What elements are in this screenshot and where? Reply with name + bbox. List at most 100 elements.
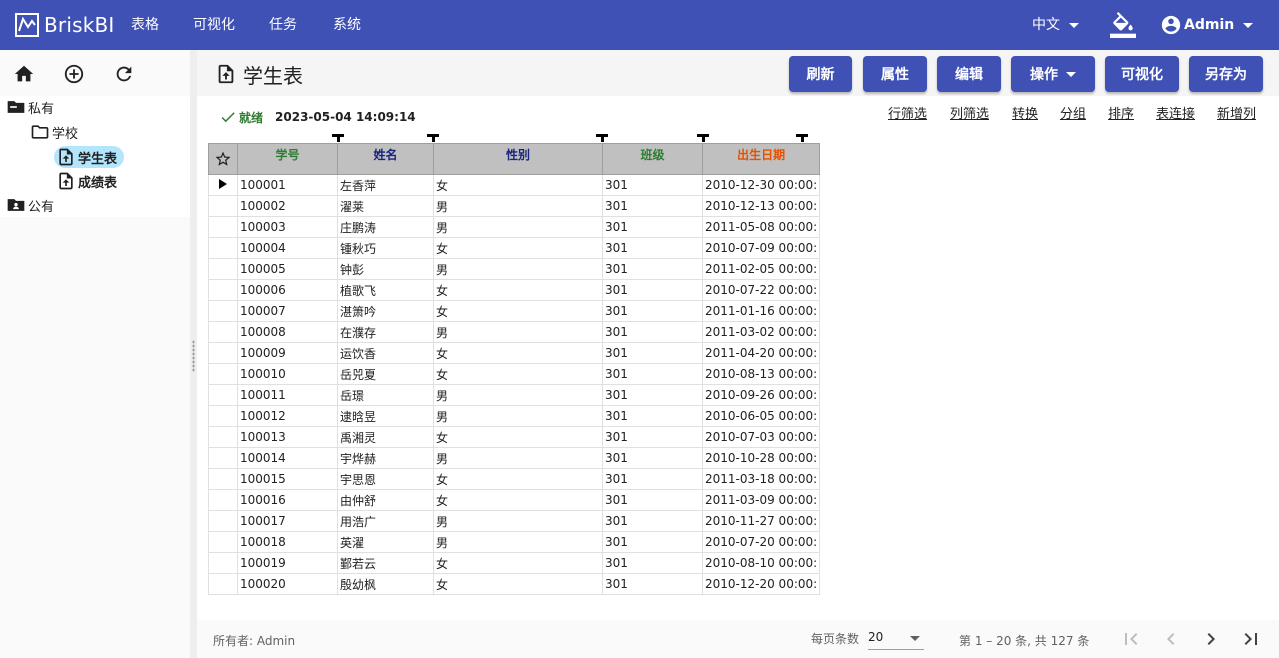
- tree-node-student-table[interactable]: 学生表: [56, 146, 117, 168]
- cell-class[interactable]: 301: [602, 279, 703, 301]
- column-filter-link[interactable]: 列筛选: [950, 103, 989, 122]
- cell-class[interactable]: 301: [602, 384, 703, 406]
- cell-birth-date[interactable]: 2011-01-16 00:00:: [701, 300, 821, 322]
- cell-class[interactable]: 301: [602, 216, 703, 238]
- table-row[interactable]: 100015 宇思恩女 301 2011-03-18 00:00:: [208, 468, 821, 490]
- cell-gender[interactable]: 男: [433, 531, 603, 553]
- cell-name[interactable]: 殷幼枫: [337, 573, 434, 595]
- cell-student-id[interactable]: 100006: [237, 279, 338, 301]
- row-indicator[interactable]: [208, 426, 238, 448]
- cell-birth-date[interactable]: 2010-06-05 00:00:: [701, 405, 821, 427]
- cell-gender[interactable]: 男: [433, 447, 603, 469]
- tree-node-public[interactable]: 公有: [6, 194, 54, 216]
- panel-splitter[interactable]: [190, 50, 197, 658]
- table-row[interactable]: 100013 禹湘灵女 301 2010-07-03 00:00:: [208, 426, 821, 448]
- format-color-fill-icon[interactable]: [1110, 12, 1136, 38]
- table-row[interactable]: 100004 锺秋巧女 301 2010-07-09 00:00:: [208, 237, 821, 259]
- cell-student-id[interactable]: 100004: [237, 237, 338, 259]
- table-row[interactable]: 100008 在濮存男 301 2011-03-02 00:00:: [208, 321, 821, 343]
- cell-student-id[interactable]: 100014: [237, 447, 338, 469]
- first-page-icon[interactable]: [1119, 627, 1143, 651]
- cell-birth-date[interactable]: 2010-10-28 00:00:: [701, 447, 821, 469]
- cell-student-id[interactable]: 100011: [237, 384, 338, 406]
- properties-button[interactable]: 属性: [863, 56, 927, 92]
- row-indicator[interactable]: [208, 384, 238, 406]
- cell-student-id[interactable]: 100008: [237, 321, 338, 343]
- cell-gender[interactable]: 男: [433, 384, 603, 406]
- edit-button[interactable]: 编辑: [937, 56, 1001, 92]
- cell-student-id[interactable]: 100017: [237, 510, 338, 532]
- cell-class[interactable]: 301: [602, 342, 703, 364]
- table-row[interactable]: 100019 鄞若云女 301 2010-08-10 00:00:: [208, 552, 821, 574]
- row-indicator[interactable]: [208, 468, 238, 490]
- cell-birth-date[interactable]: 2010-07-03 00:00:: [701, 426, 821, 448]
- add-circle-outline-icon[interactable]: [63, 63, 85, 85]
- cell-gender[interactable]: 女: [433, 552, 603, 574]
- nav-item-tasks[interactable]: 任务: [269, 0, 297, 50]
- cell-gender[interactable]: 女: [433, 300, 603, 322]
- cell-name[interactable]: 禹湘灵: [337, 426, 434, 448]
- column-header-class[interactable]: 班级: [602, 143, 703, 175]
- cell-name[interactable]: 左香萍: [337, 174, 434, 196]
- visualize-button[interactable]: 可视化: [1105, 56, 1179, 92]
- cell-student-id[interactable]: 100007: [237, 300, 338, 322]
- cell-student-id[interactable]: 100002: [237, 195, 338, 217]
- row-indicator[interactable]: [208, 531, 238, 553]
- table-row[interactable]: 100020 殷幼枫女 301 2010-12-20 00:00:: [208, 573, 821, 595]
- cell-birth-date[interactable]: 2010-09-26 00:00:: [701, 384, 821, 406]
- table-row[interactable]: 100014 宇烨赫男 301 2010-10-28 00:00:: [208, 447, 821, 469]
- cell-student-id[interactable]: 100005: [237, 258, 338, 280]
- cell-gender[interactable]: 男: [433, 258, 603, 280]
- table-row[interactable]: 100002 濯莱男 301 2010-12-13 00:00:: [208, 195, 821, 217]
- table-row[interactable]: 100011 岳璟男 301 2010-09-26 00:00:: [208, 384, 821, 406]
- cell-gender[interactable]: 男: [433, 195, 603, 217]
- nav-item-system[interactable]: 系统: [333, 0, 361, 50]
- cell-student-id[interactable]: 100018: [237, 531, 338, 553]
- cell-class[interactable]: 301: [602, 510, 703, 532]
- table-row[interactable]: 100007 湛箫吟女 301 2011-01-16 00:00:: [208, 300, 821, 322]
- cell-class[interactable]: 301: [602, 489, 703, 511]
- row-indicator[interactable]: [208, 447, 238, 469]
- cell-birth-date[interactable]: 2010-08-10 00:00:: [701, 552, 821, 574]
- cell-birth-date[interactable]: 2010-07-09 00:00:: [701, 237, 821, 259]
- cell-student-id[interactable]: 100001: [237, 174, 338, 196]
- row-indicator[interactable]: [208, 363, 238, 385]
- cell-name[interactable]: 庄鹏涛: [337, 216, 434, 238]
- column-header-student-id[interactable]: 学号: [237, 143, 338, 175]
- cell-name[interactable]: 鄞若云: [337, 552, 434, 574]
- row-indicator[interactable]: [208, 552, 238, 574]
- cell-gender[interactable]: 男: [433, 321, 603, 343]
- table-row[interactable]: 100005 钟彭男 301 2011-02-05 00:00:: [208, 258, 821, 280]
- cell-birth-date[interactable]: 2011-03-02 00:00:: [701, 321, 821, 343]
- row-indicator[interactable]: [208, 573, 238, 595]
- row-indicator[interactable]: [208, 342, 238, 364]
- last-page-icon[interactable]: [1239, 627, 1263, 651]
- cell-birth-date[interactable]: 2011-05-08 00:00:: [701, 216, 821, 238]
- cell-class[interactable]: 301: [602, 258, 703, 280]
- cell-student-id[interactable]: 100020: [237, 573, 338, 595]
- cell-gender[interactable]: 女: [433, 279, 603, 301]
- table-row[interactable]: 100017 用浩广男 301 2010-11-27 00:00:: [208, 510, 821, 532]
- cell-birth-date[interactable]: 2010-12-13 00:00:: [701, 195, 821, 217]
- table-row[interactable]: 100001 左香萍女 301 2010-12-30 00:00:: [208, 174, 821, 196]
- row-indicator[interactable]: [208, 279, 238, 301]
- column-resize-handle[interactable]: [427, 134, 439, 142]
- cell-gender[interactable]: 女: [433, 342, 603, 364]
- per-page-select[interactable]: 20: [868, 626, 924, 650]
- cell-gender[interactable]: 女: [433, 426, 603, 448]
- row-indicator[interactable]: [208, 321, 238, 343]
- refresh-icon[interactable]: [113, 63, 135, 85]
- cell-class[interactable]: 301: [602, 531, 703, 553]
- cell-name[interactable]: 由仲舒: [337, 489, 434, 511]
- table-join-link[interactable]: 表连接: [1156, 103, 1195, 122]
- cell-gender[interactable]: 女: [433, 363, 603, 385]
- cell-student-id[interactable]: 100003: [237, 216, 338, 238]
- column-resize-handle[interactable]: [596, 134, 608, 142]
- cell-gender[interactable]: 女: [433, 174, 603, 196]
- cell-gender[interactable]: 男: [433, 216, 603, 238]
- cell-class[interactable]: 301: [602, 405, 703, 427]
- cell-class[interactable]: 301: [602, 237, 703, 259]
- group-link[interactable]: 分组: [1060, 103, 1086, 122]
- cell-student-id[interactable]: 100015: [237, 468, 338, 490]
- cell-name[interactable]: 钟彭: [337, 258, 434, 280]
